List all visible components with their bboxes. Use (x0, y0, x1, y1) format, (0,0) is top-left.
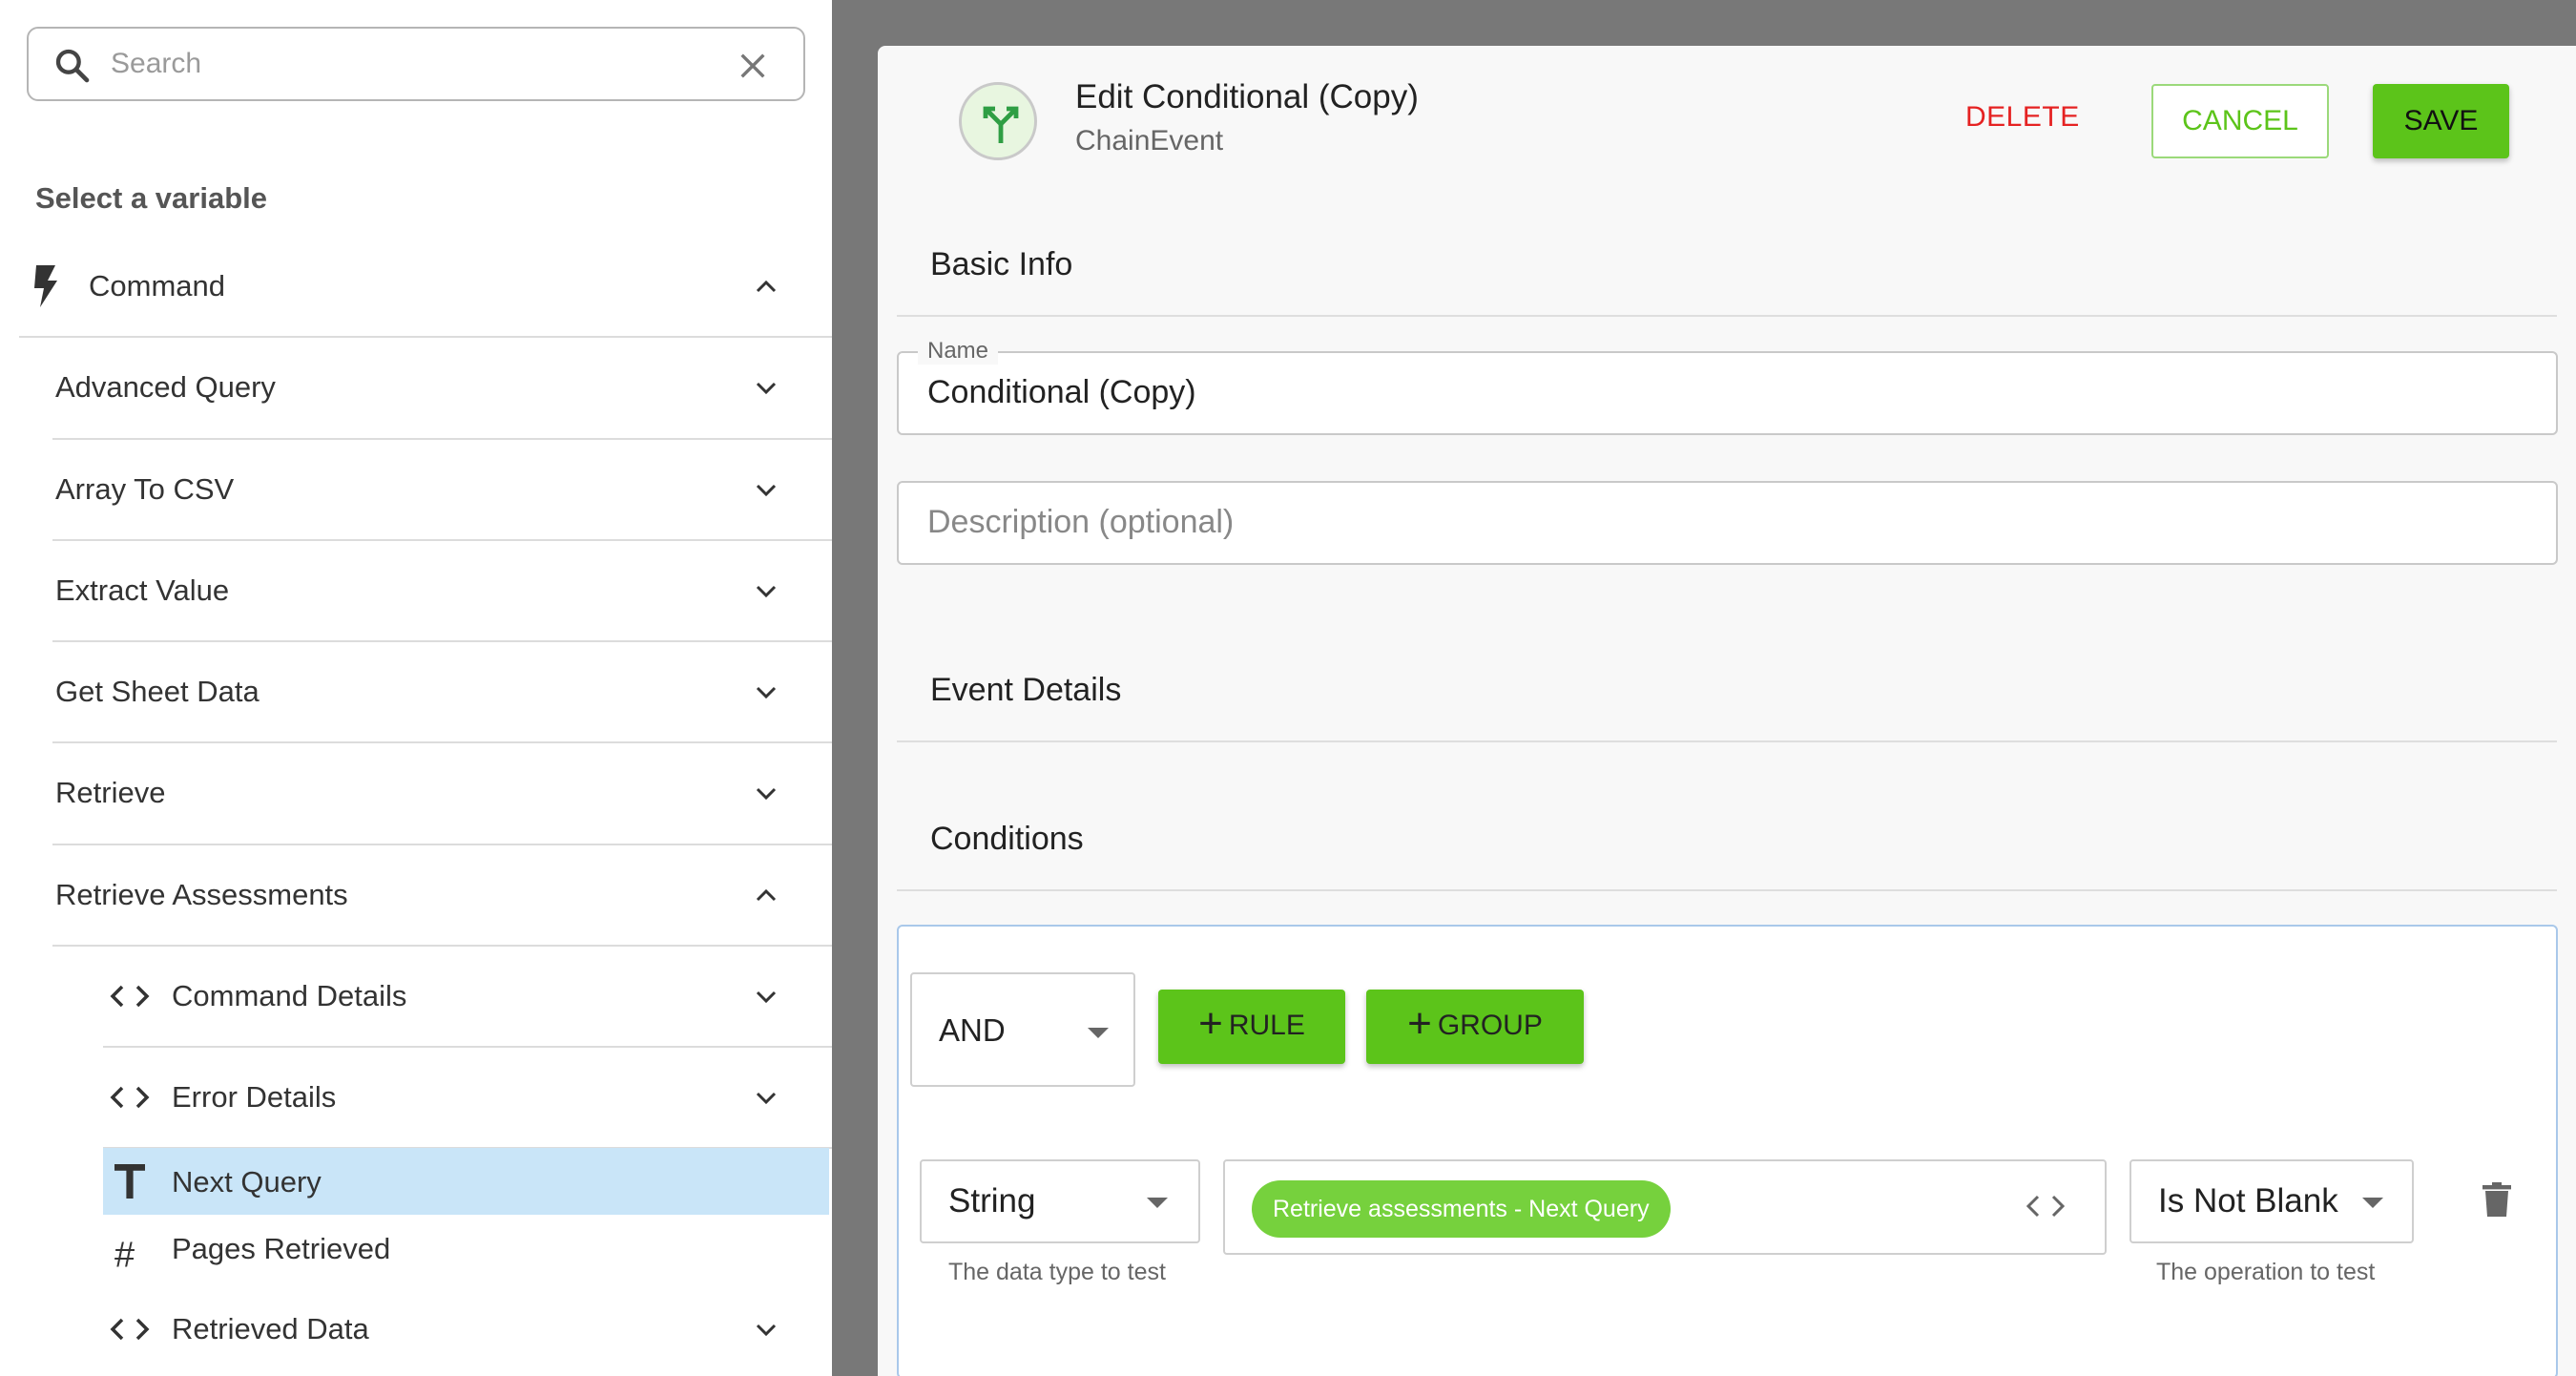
plus-icon: + (1198, 1000, 1223, 1047)
add-group-label: GROUP (1437, 1009, 1543, 1041)
section-heading-conditions: Conditions (930, 821, 1084, 857)
text-type-icon (114, 1164, 145, 1199)
add-rule-label: RULE (1228, 1009, 1305, 1041)
tree-item-label: Extract Value (55, 573, 230, 607)
tree-item-advanced-query[interactable]: Advanced Query (52, 337, 832, 438)
variable-field[interactable]: Retrieve assessments - Next Query (1223, 1159, 2107, 1255)
tree-item-label: Error Details (172, 1080, 337, 1114)
caret-down-icon (1088, 1028, 1109, 1038)
data-type-helper: The data type to test (948, 1259, 1166, 1285)
tree-item-pages-retrieved[interactable]: # Pages Retrieved (103, 1216, 832, 1282)
chevron-down-icon[interactable] (754, 379, 779, 396)
chevron-down-icon[interactable] (754, 481, 779, 498)
edit-conditional-dialog: Edit Conditional (Copy) ChainEvent DELET… (878, 46, 2576, 1376)
description-field[interactable]: Description (optional) (897, 481, 2558, 565)
divider (897, 315, 2557, 317)
operation-select[interactable]: Is Not Blank (2129, 1159, 2414, 1243)
delete-button[interactable]: DELETE (1965, 101, 2080, 134)
caret-down-icon (1147, 1198, 1168, 1208)
branch-icon (983, 106, 1019, 143)
tree-item-array-to-csv[interactable]: Array To CSV (52, 439, 832, 540)
dialog-subtitle: ChainEvent (1075, 125, 1224, 156)
code-icon (110, 985, 150, 1008)
tree-item-label: Retrieve Assessments (55, 878, 348, 911)
tree-item-label: Retrieved Data (172, 1312, 369, 1345)
chevron-down-icon[interactable] (754, 1321, 779, 1338)
condition-group: AND + RULE + GROUP String The data type to… (897, 925, 2558, 1376)
chevron-down-icon[interactable] (754, 1089, 779, 1106)
plus-icon: + (1407, 1000, 1432, 1047)
chevron-up-icon[interactable] (754, 278, 779, 295)
name-field-label: Name (918, 338, 999, 365)
variable-chip[interactable]: Retrieve assessments - Next Query (1252, 1180, 1671, 1238)
combinator-value: AND (939, 1012, 1006, 1048)
code-icon (110, 1318, 150, 1341)
search-input[interactable]: Search (111, 48, 201, 80)
divider (897, 740, 2557, 742)
chevron-down-icon[interactable] (754, 683, 779, 700)
operation-value: Is Not Blank (2158, 1182, 2338, 1220)
code-icon (110, 1086, 150, 1109)
data-type-select[interactable]: String (920, 1159, 1200, 1243)
tree-item-label: Pages Retrieved (172, 1232, 391, 1265)
name-field[interactable]: Name Conditional (Copy) (897, 338, 2558, 435)
search-icon (55, 49, 90, 83)
operation-helper: The operation to test (2156, 1259, 2376, 1285)
save-button[interactable]: SAVE (2373, 84, 2509, 158)
data-type-value: String (948, 1182, 1036, 1220)
tree-item-error-details[interactable]: Error Details (103, 1047, 832, 1148)
event-avatar (959, 82, 1037, 160)
hash-icon: # (114, 1235, 135, 1276)
tree-item-label: Retrieve (55, 776, 166, 809)
chevron-down-icon[interactable] (754, 784, 779, 802)
dialog-title: Edit Conditional (Copy) (1075, 78, 1419, 115)
close-icon[interactable] (737, 50, 769, 82)
description-field-placeholder[interactable]: Description (optional) (927, 504, 1234, 541)
cancel-button[interactable]: CANCEL (2151, 84, 2329, 158)
tree-item-label: Command Details (172, 979, 407, 1012)
tree-item-retrieve[interactable]: Retrieve (52, 742, 832, 844)
section-heading-basic-info: Basic Info (930, 246, 1073, 282)
code-icon[interactable] (2025, 1193, 2067, 1220)
search-box[interactable]: Search (27, 27, 805, 101)
tree-item-retrieved-data[interactable]: Retrieved Data (103, 1282, 832, 1376)
chevron-up-icon[interactable] (754, 886, 779, 904)
tree-item-next-query[interactable]: Next Query (103, 1148, 829, 1215)
tree-item-extract-value[interactable]: Extract Value (52, 540, 832, 641)
caret-down-icon (2362, 1198, 2383, 1208)
section-heading-event-details: Event Details (930, 672, 1122, 708)
tree-item-label: Get Sheet Data (55, 675, 260, 708)
add-group-button[interactable]: + GROUP (1366, 990, 1584, 1064)
tree-item-retrieve-assessments[interactable]: Retrieve Assessments (52, 844, 832, 946)
lightning-icon (34, 265, 57, 307)
chevron-down-icon[interactable] (754, 582, 779, 599)
tree-item-command[interactable]: Command (19, 236, 832, 337)
tree-item-label: Advanced Query (55, 370, 276, 404)
tree-item-get-sheet-data[interactable]: Get Sheet Data (52, 641, 832, 742)
add-rule-button[interactable]: + RULE (1158, 990, 1345, 1064)
divider (897, 889, 2557, 891)
chevron-down-icon[interactable] (754, 988, 779, 1005)
tree-item-command-details[interactable]: Command Details (103, 946, 832, 1047)
select-variable-heading: Select a variable (35, 181, 267, 215)
name-field-value[interactable]: Conditional (Copy) (927, 374, 1196, 411)
trash-icon[interactable] (2483, 1182, 2511, 1217)
tree-item-label: Array To CSV (55, 472, 235, 506)
tree-item-label: Next Query (172, 1165, 322, 1199)
tree-item-label: Command (89, 269, 225, 302)
variable-picker-panel: Search Select a variable Command Advance… (0, 0, 832, 1376)
combinator-select[interactable]: AND (910, 972, 1135, 1087)
